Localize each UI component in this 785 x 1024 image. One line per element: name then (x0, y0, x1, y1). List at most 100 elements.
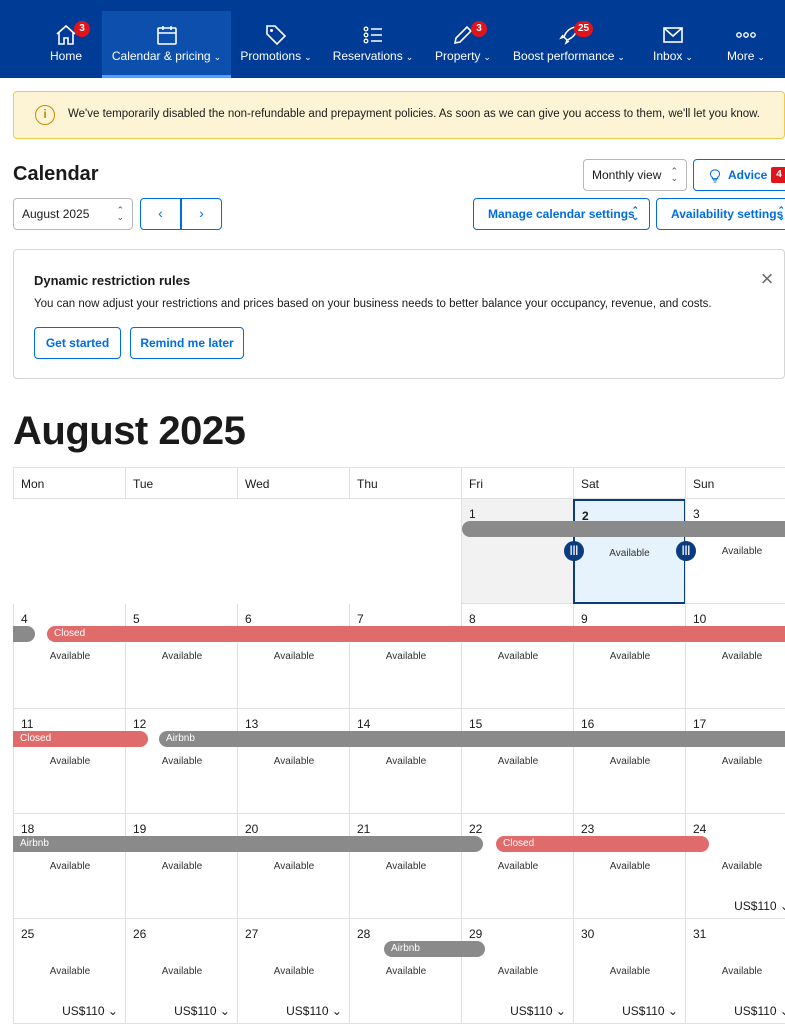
day-cell[interactable]: 9 Available (573, 604, 686, 709)
weekday-header: Fri (461, 467, 574, 499)
day-cell[interactable]: 12 Available (125, 709, 238, 814)
day-cell[interactable]: 18 Available (13, 814, 126, 919)
blocked-bar[interactable]: Airbnb (13, 836, 483, 852)
day-cell[interactable]: 31 Available US$110 ⌄ (685, 919, 785, 1024)
month-select[interactable]: August 2025 ⌃ ⌄ (13, 198, 133, 230)
day-number: 18 (21, 822, 35, 836)
day-cell[interactable]: 21 Available (349, 814, 462, 919)
previous-month-button[interactable]: ‹ (140, 198, 181, 230)
day-number: 22 (469, 822, 483, 836)
availability-label: Available (721, 966, 763, 977)
closed-bar[interactable]: Closed (13, 731, 148, 747)
day-cell[interactable]: 17 Available (685, 709, 785, 814)
info-icon: i (35, 105, 55, 125)
day-number: 19 (133, 822, 147, 836)
day-cell[interactable]: 28 Available (349, 919, 462, 1024)
close-icon[interactable]: × (758, 268, 776, 290)
day-number: 4 (21, 612, 28, 626)
advice-label: Advice (728, 168, 768, 182)
day-cell[interactable]: 1 (461, 499, 574, 604)
nav-inbox[interactable]: Inbox ⌄ (640, 11, 706, 78)
nav-property[interactable]: 3 Property ⌄ (428, 11, 498, 78)
nav-property-label: Property (435, 49, 481, 63)
day-cell[interactable]: 16 Available (573, 709, 686, 814)
price-dropdown[interactable]: US$110 ⌄ (510, 1004, 566, 1018)
availability-label: Available (609, 966, 651, 977)
chevron-down-icon: ⌄ (213, 52, 222, 62)
nav-calendar-pricing[interactable]: Calendar & pricing ⌄ (102, 11, 231, 78)
price-dropdown[interactable]: US$110 ⌄ (174, 1004, 230, 1018)
blocked-bar[interactable] (13, 626, 35, 642)
next-month-button[interactable]: › (181, 198, 222, 230)
closed-bar[interactable]: Closed (496, 836, 709, 852)
availability-label: Available (609, 548, 650, 559)
price-dropdown[interactable]: US$110 ⌄ (62, 1004, 118, 1018)
day-number: 10 (693, 612, 707, 626)
price-dropdown[interactable]: US$110 ⌄ (734, 1004, 785, 1018)
day-cell[interactable]: 10 Available (685, 604, 785, 709)
day-cell[interactable]: 23 Available (573, 814, 686, 919)
nav-home[interactable]: 3 Home (30, 11, 102, 78)
day-cell[interactable]: 24 Available US$110 ⌄ (685, 814, 785, 919)
property-badge: 3 (471, 21, 487, 37)
day-number: 3 (693, 507, 700, 521)
day-cell[interactable]: 3 Available (685, 499, 785, 604)
price-dropdown[interactable]: US$110 ⌄ (734, 899, 785, 913)
blocked-bar[interactable]: Airbnb (384, 941, 485, 957)
day-cell[interactable]: 11 Available (13, 709, 126, 814)
day-cell[interactable]: 15 Available (461, 709, 574, 814)
nav-boost-performance[interactable]: 25 Boost performance ⌄ (506, 11, 632, 78)
day-cell[interactable]: 27 Available US$110 ⌄ (237, 919, 350, 1024)
nav-promotions[interactable]: Promotions ⌄ (234, 11, 318, 78)
month-select-value: August 2025 (22, 207, 90, 221)
day-cell[interactable]: 25 Available US$110 ⌄ (13, 919, 126, 1024)
weekday-header: Sat (573, 467, 686, 499)
day-cell[interactable]: 22 Available (461, 814, 574, 919)
more-dots-icon (736, 32, 756, 38)
get-started-button[interactable]: Get started (34, 327, 121, 359)
closed-bar[interactable]: Closed (47, 626, 785, 642)
day-cell[interactable]: 5 Available (125, 604, 238, 709)
day-cell[interactable]: 13 Available (237, 709, 350, 814)
nav-reservations-label: Reservations (332, 49, 403, 63)
day-cell[interactable]: 8 Available (461, 604, 574, 709)
manage-calendar-settings-button[interactable]: Manage calendar settings ⌃ ⌄ (473, 198, 650, 230)
day-cell[interactable]: 6 Available (237, 604, 350, 709)
remind-me-later-button[interactable]: Remind me later (130, 327, 244, 359)
chevron-right-icon: › (199, 205, 204, 221)
view-select[interactable]: Monthly view ⌃ ⌄ (583, 159, 687, 191)
day-cell[interactable]: 29 Available US$110 ⌄ (461, 919, 574, 1024)
day-cell[interactable]: 26 Available US$110 ⌄ (125, 919, 238, 1024)
weekday-label: Fri (469, 477, 483, 491)
manage-calendar-settings-label: Manage calendar settings (488, 207, 635, 221)
availability-settings-button[interactable]: Availability settings ⌃ ⌄ (656, 198, 785, 230)
availability-label: Available (161, 966, 203, 977)
availability-label: Available (721, 651, 763, 662)
blocked-bar[interactable]: Airbnb (159, 731, 785, 747)
nav-more[interactable]: More ⌄ (714, 11, 778, 78)
day-cell[interactable]: 19 Available (125, 814, 238, 919)
blocked-bar[interactable] (462, 521, 785, 537)
day-cell[interactable]: 4 Available (13, 604, 126, 709)
day-number: 29 (469, 927, 483, 941)
weekday-label: Wed (245, 477, 270, 491)
day-number: 31 (693, 927, 707, 941)
page-title: Calendar (13, 163, 99, 185)
day-cell[interactable]: 7 Available (349, 604, 462, 709)
chevron-down-icon: ⌄ (304, 52, 312, 62)
day-cell[interactable]: 20 Available (237, 814, 350, 919)
day-cell[interactable]: 30 Available US$110 ⌄ (573, 919, 686, 1024)
drag-handle-icon[interactable]: ||| (676, 541, 696, 561)
weekday-label: Sun (693, 477, 715, 491)
drag-handle-icon[interactable]: ||| (564, 541, 584, 561)
availability-label: Available (609, 861, 651, 872)
advice-button[interactable]: Advice 4 (693, 159, 785, 191)
price-dropdown[interactable]: US$110 ⌄ (286, 1004, 342, 1018)
nav-reservations[interactable]: Reservations ⌄ (326, 11, 420, 78)
advice-badge: 4 (771, 167, 785, 183)
weekday-header: Tue (125, 467, 238, 499)
day-cell[interactable]: 14 Available (349, 709, 462, 814)
availability-label: Available (161, 861, 203, 872)
day-cell[interactable]: 2 Available (573, 499, 686, 604)
price-dropdown[interactable]: US$110 ⌄ (622, 1004, 678, 1018)
